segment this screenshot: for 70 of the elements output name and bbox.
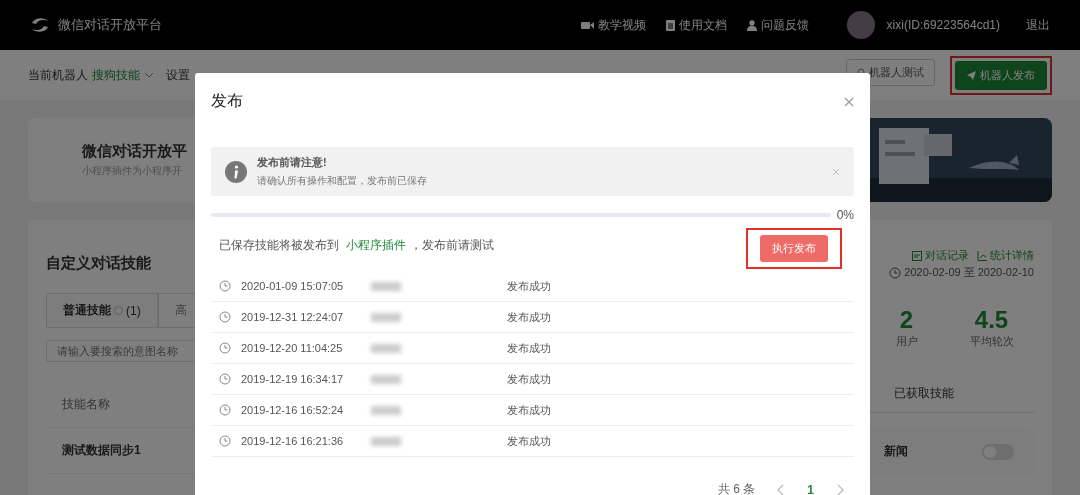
publish-time: 2019-12-16 16:52:24: [241, 404, 345, 416]
clock-icon: [889, 266, 902, 279]
publish-status: 发布成功: [507, 433, 551, 449]
metric-value: 4.5: [974, 306, 1009, 334]
publish-time: 2019-12-31 12:24:07: [241, 311, 345, 323]
page-number[interactable]: 1: [807, 482, 814, 495]
close-icon[interactable]: [844, 96, 854, 107]
publish-time: 2020-01-09 15:07:05: [241, 280, 345, 292]
user-name: xixi(ID:69223564cd1): [886, 18, 1000, 32]
skill-tab[interactable]: 普通技能 (1): [46, 293, 158, 328]
clock-icon: [219, 373, 231, 385]
help-icon: [114, 306, 123, 315]
nav-link[interactable]: 问题反馈: [746, 16, 809, 34]
blurred-text: [371, 343, 401, 353]
blurred-text: [371, 374, 401, 384]
publish-status: 发布成功: [507, 402, 551, 418]
date-range: 2020-02-09 至 2020-02-10: [904, 265, 1034, 280]
blurred-text: [371, 312, 401, 322]
camera-icon: [580, 20, 594, 30]
avatar[interactable]: [846, 11, 875, 39]
bot-label: 当前机器人: [28, 66, 88, 84]
skill-name: 新闻: [884, 443, 908, 460]
settings-link[interactable]: 设置: [166, 66, 190, 84]
clock-icon: [219, 435, 231, 447]
blurred-text: [371, 281, 401, 291]
notice-title: 发布前请注意!: [257, 155, 328, 170]
section-title: 自定义对话技能: [46, 254, 152, 273]
clock-icon: [219, 311, 231, 323]
next-page-icon[interactable]: [836, 483, 844, 495]
logo-icon: [30, 17, 50, 33]
nav-link[interactable]: 使用文档: [665, 16, 727, 34]
banner-title: 微信对话开放平: [82, 142, 187, 161]
publish-status: 发布成功: [507, 309, 551, 325]
clock-icon: [219, 280, 231, 292]
publish-note: 已保存技能将被发布到 小程序插件 ，发布前请测试: [219, 237, 495, 254]
publish-button[interactable]: 机器人发布: [955, 61, 1047, 90]
logout-link[interactable]: 退出: [1026, 16, 1050, 34]
notice-text: 请确认所有操作和配置，发布前已保存: [257, 174, 428, 188]
progress-reading: 0%: [836, 208, 854, 222]
metric-label: 用户: [895, 334, 918, 349]
previous-page-icon[interactable]: [777, 483, 786, 495]
send-icon: [967, 71, 976, 80]
metric-value: 2: [899, 306, 914, 334]
document-icon: [665, 19, 675, 31]
publish-status: 发布成功: [507, 371, 551, 387]
clock-icon: [219, 342, 231, 354]
person-icon: [746, 19, 757, 31]
blurred-text: [371, 405, 401, 415]
chevron-down-icon[interactable]: [144, 72, 154, 78]
total-count: 共 6 条: [717, 481, 756, 495]
publish-time: 2019-12-20 11:04:25: [241, 342, 344, 354]
stats-link[interactable]: 对话记录: [912, 248, 969, 263]
metric-label: 平均轮次: [969, 334, 1014, 349]
clock-icon: [219, 404, 231, 416]
publish-time: 2019-12-19 16:34:17: [241, 373, 345, 385]
stats-link[interactable]: 统计详情: [977, 248, 1034, 263]
logo-text: 微信对话开放平台: [58, 16, 162, 34]
blurred-text: [371, 436, 401, 446]
plugin-link[interactable]: 小程序插件: [346, 238, 407, 252]
publish-time: 2019-12-16 16:21:36: [241, 435, 345, 447]
close-icon[interactable]: [832, 167, 840, 176]
dialog-title: 发布: [211, 91, 243, 111]
publish-status: 发布成功: [507, 340, 551, 356]
chat-icon: [912, 250, 922, 261]
bot-name[interactable]: 搜狗技能: [92, 66, 140, 84]
publish-status: 发布成功: [507, 278, 551, 294]
execute-button[interactable]: 执行发布: [760, 235, 828, 262]
chart-icon: [977, 250, 987, 261]
nav-link[interactable]: 教学视频: [580, 16, 646, 34]
info-icon: [225, 160, 247, 183]
